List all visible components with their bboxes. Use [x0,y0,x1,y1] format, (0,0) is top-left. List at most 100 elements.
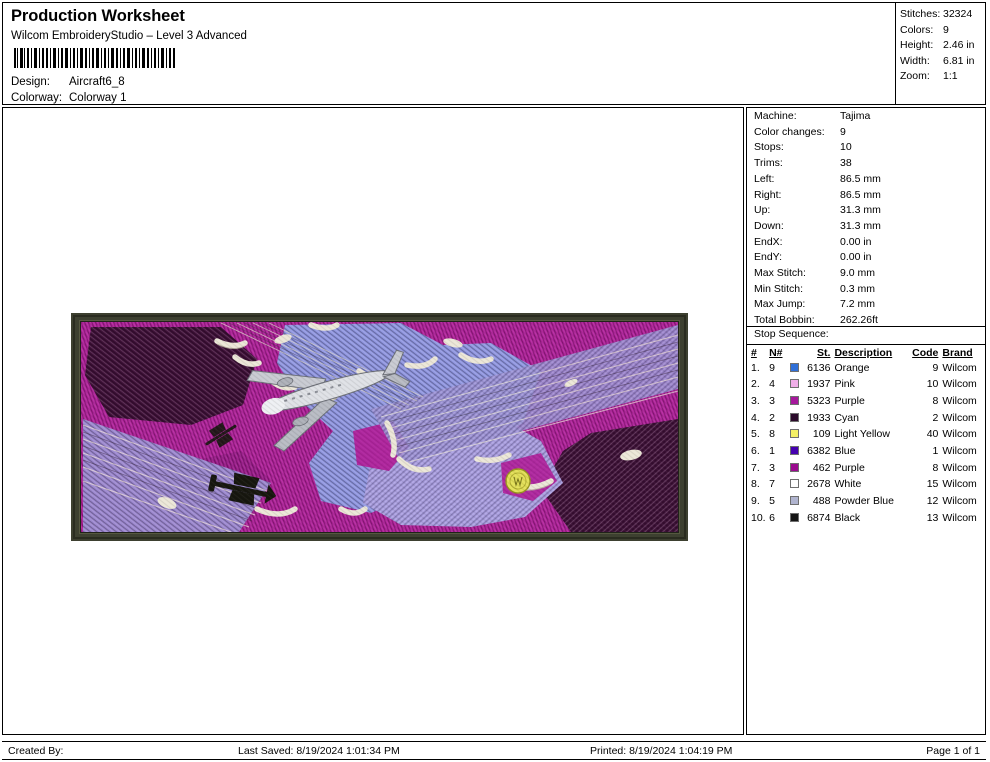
thread-color-swatch [790,379,799,388]
design-preview-panel [2,107,744,735]
row-brand: Wilcom [942,477,983,494]
row-description: Light Yellow [834,427,911,444]
machine-info-label-12: Max Jump: [754,298,805,310]
row-needle: 6 [769,510,788,527]
table-row[interactable]: 10.66874Black13Wilcom [751,510,983,527]
row-needle: 1 [769,444,788,461]
row-code: 2 [911,410,942,427]
row-description: Blue [834,444,911,461]
thread-color-swatch [790,479,799,488]
production-info-panel: Stop Sequence: # N# St. Description Code… [746,107,986,735]
row-index: 3. [751,393,769,410]
machine-info-value-11: 0.3 mm [840,283,875,295]
row-index: 4. [751,410,769,427]
row-stitch-count: 6136 [802,360,835,377]
application-name: Wilcom EmbroideryStudio – Level 3 Advanc… [11,30,247,42]
row-index: 9. [751,494,769,511]
row-description: Powder Blue [834,494,911,511]
row-description: Purple [834,393,911,410]
row-index: 8. [751,477,769,494]
stop-sequence-title: Stop Sequence: [754,328,829,340]
row-stitch-count: 109 [802,427,835,444]
table-header-row: # N# St. Description Code Brand [751,346,983,360]
table-row[interactable]: 7.3462Purple8Wilcom [751,460,983,477]
row-stitch-count: 6382 [802,444,835,461]
row-brand: Wilcom [942,494,983,511]
machine-info-value-6: 31.3 mm [840,204,881,216]
row-code: 8 [911,393,942,410]
summary-value-1: 9 [943,24,949,36]
row-code: 12 [911,494,942,511]
color-swatch-cell [788,477,802,494]
machine-info-label-11: Min Stitch: [754,283,803,295]
row-brand: Wilcom [942,393,983,410]
row-needle: 5 [769,494,788,511]
machine-info-label-9: EndY: [754,251,782,263]
color-swatch-cell [788,460,802,477]
machine-info-label-7: Down: [754,220,784,232]
summary-value-2: 2.46 in [943,39,975,51]
row-description: White [834,477,911,494]
row-needle: 3 [769,460,788,477]
table-row[interactable]: 1.96136Orange9Wilcom [751,360,983,377]
thread-color-swatch [790,446,799,455]
machine-info-value-13: 262.26ft [840,314,878,326]
table-row[interactable]: 9.5 488Powder Blue12Wilcom [751,494,983,511]
table-row[interactable]: 5.8109Light Yellow40Wilcom [751,427,983,444]
row-brand: Wilcom [942,460,983,477]
column-header-brand[interactable]: Brand [942,346,983,360]
row-brand: Wilcom [942,510,983,527]
machine-info-value-3: 38 [840,157,852,169]
footer-last-saved: Last Saved: 8/19/2024 1:01:34 PM [238,745,400,757]
machine-info-value-4: 86.5 mm [840,173,881,185]
table-row[interactable]: 3.35323Purple8Wilcom [751,393,983,410]
table-row[interactable]: 6.16382Blue1Wilcom [751,444,983,461]
summary-label-4: Zoom: [900,70,930,82]
row-brand: Wilcom [942,377,983,394]
colorway-value: Colorway 1 [69,92,127,104]
machine-info-label-2: Stops: [754,141,784,153]
production-worksheet-page: Production Worksheet Wilcom EmbroiderySt… [0,0,990,762]
table-row[interactable]: 4.21933Cyan2Wilcom [751,410,983,427]
footer-created-by: Created By: [8,745,63,757]
design-label: Design: [11,76,50,88]
column-header-description[interactable]: Description [834,346,911,360]
color-swatch-cell [788,377,802,394]
row-brand: Wilcom [942,360,983,377]
table-row[interactable]: 2.41937Pink10Wilcom [751,377,983,394]
summary-value-4: 1:1 [943,70,958,82]
stop-sequence-divider-top [747,326,985,327]
thread-color-swatch [790,396,799,405]
row-brand: Wilcom [942,410,983,427]
color-swatch-cell [788,444,802,461]
page-title: Production Worksheet [11,7,185,26]
row-code: 13 [911,510,942,527]
thread-color-swatch [790,513,799,522]
row-code: 40 [911,427,942,444]
machine-info-value-2: 10 [840,141,852,153]
row-brand: Wilcom [942,427,983,444]
stop-sequence-table: # N# St. Description Code Brand 1.96136O… [751,346,983,527]
thread-color-swatch [790,429,799,438]
row-stitch-count: 488 [802,494,835,511]
column-header-swatch [788,346,802,360]
column-header-needle[interactable]: N# [769,346,788,360]
machine-info-value-0: Tajima [840,110,870,122]
row-index: 10. [751,510,769,527]
thread-color-swatch [790,413,799,422]
color-swatch-cell [788,427,802,444]
table-row[interactable]: 8.72678White15Wilcom [751,477,983,494]
color-swatch-cell [788,494,802,511]
machine-info-value-8: 0.00 in [840,236,872,248]
summary-label-0: Stitches: [900,8,940,20]
row-needle: 2 [769,410,788,427]
color-swatch-cell [788,410,802,427]
row-description: Black [834,510,911,527]
row-index: 6. [751,444,769,461]
row-brand: Wilcom [942,444,983,461]
column-header-index[interactable]: # [751,346,769,360]
column-header-stitches[interactable]: St. [802,346,835,360]
column-header-code[interactable]: Code [911,346,942,360]
summary-label-2: Height: [900,39,933,51]
machine-info-value-5: 86.5 mm [840,189,881,201]
